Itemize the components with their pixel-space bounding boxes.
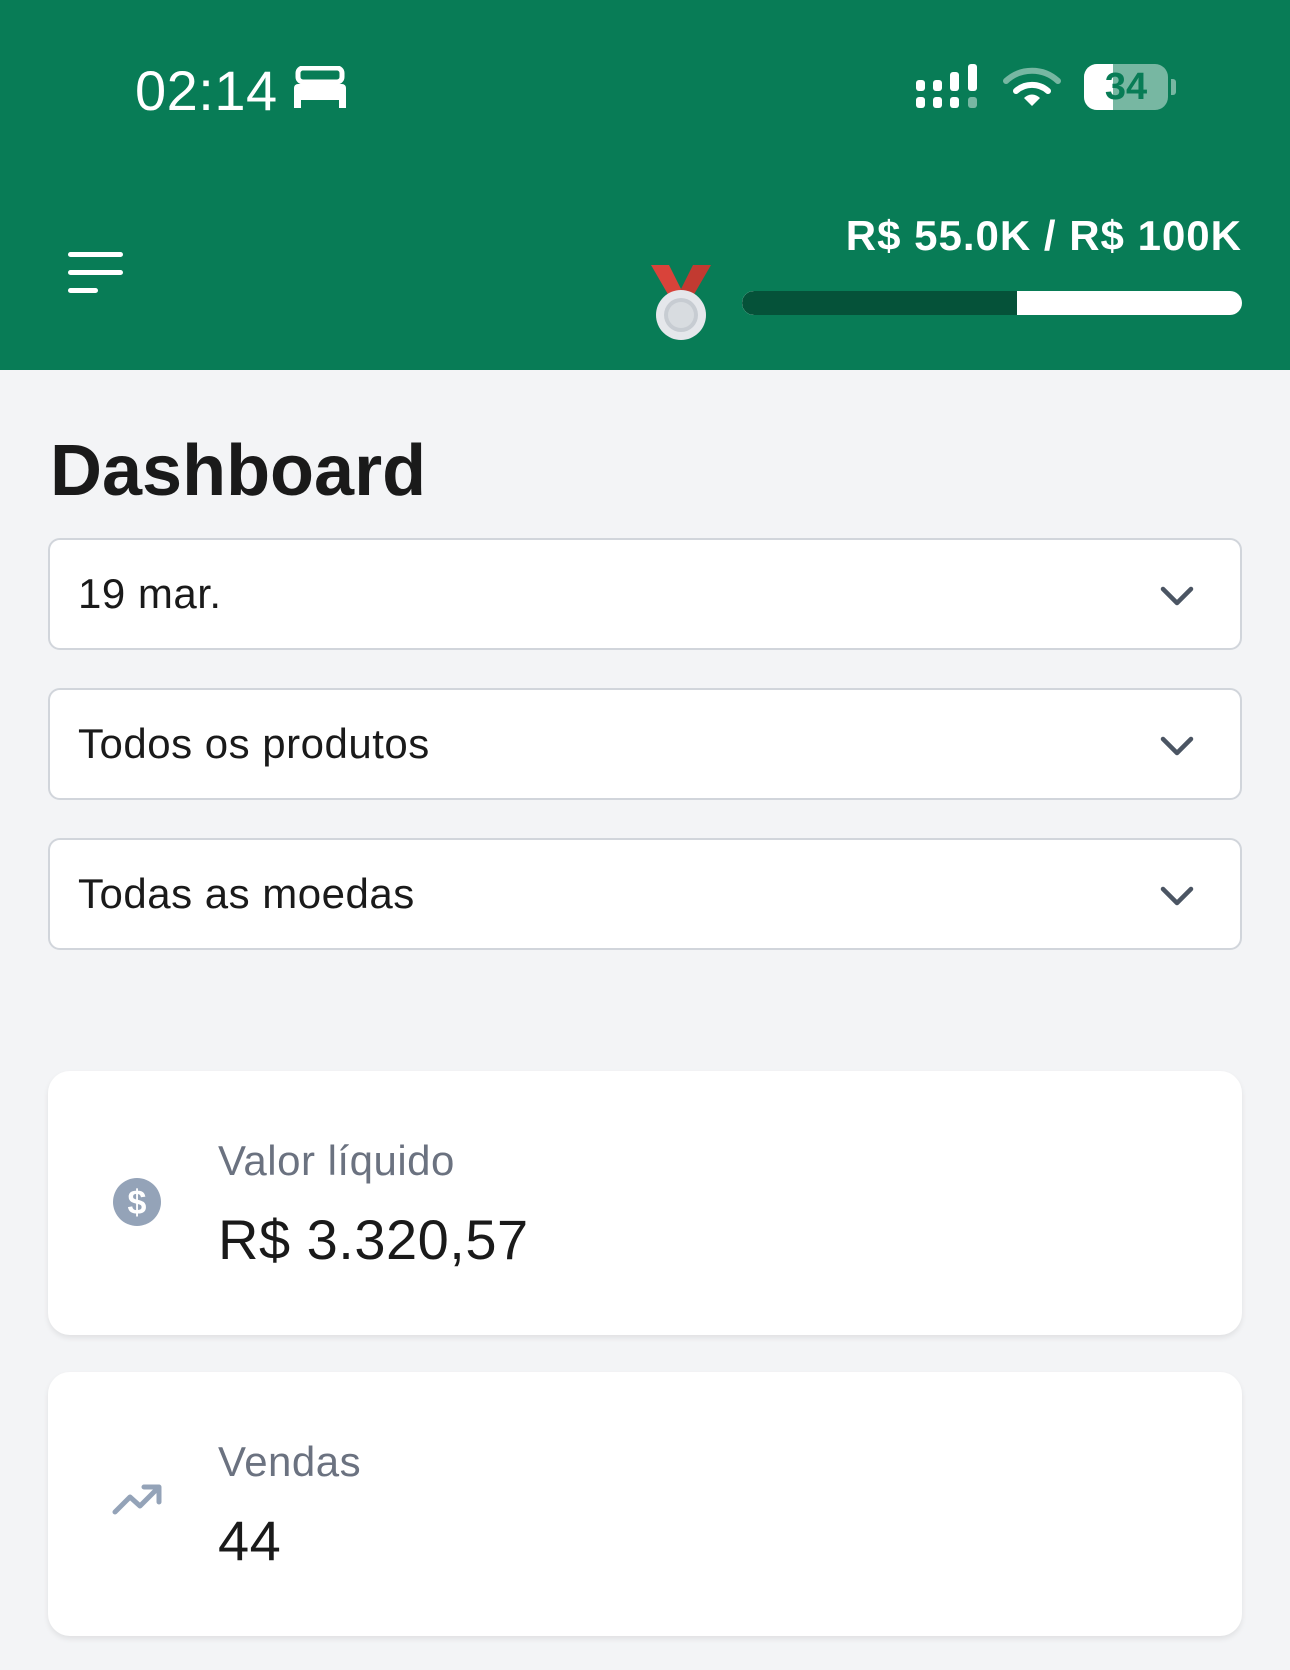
status-time: 02:14 (135, 59, 278, 122)
medal-icon (649, 263, 713, 346)
currencies-select[interactable]: Todas as moedas (48, 838, 1242, 950)
chevron-down-icon (1160, 578, 1194, 617)
date-select-value: 19 mar. (78, 570, 222, 617)
chevron-down-icon (1160, 878, 1194, 917)
cellular-signal-icon (914, 64, 984, 115)
sales-count: 44 (218, 1509, 282, 1572)
menu-icon[interactable] (68, 250, 124, 299)
battery-indicator: 34 (1084, 64, 1176, 110)
chevron-down-icon (1160, 728, 1194, 767)
net-value-card: $ Valor líquido R$ 3.320,57 (48, 1071, 1242, 1335)
svg-text:$: $ (128, 1184, 147, 1222)
date-select[interactable]: 19 mar. (48, 538, 1242, 650)
page-title: Dashboard (50, 431, 427, 511)
revenue-goal-progress-bar (742, 291, 1242, 315)
products-select[interactable]: Todos os produtos (48, 688, 1242, 800)
revenue-goal-progress-fill (742, 291, 1017, 315)
net-value-amount: R$ 3.320,57 (218, 1208, 529, 1271)
trending-up-icon (112, 1478, 164, 1523)
currencies-select-value: Todas as moedas (78, 870, 415, 917)
app-header: 02:14 34 R$ 55.0K / R$ 100K (0, 0, 1290, 370)
wifi-icon (1003, 66, 1061, 113)
net-value-label: Valor líquido (218, 1137, 455, 1184)
bed-icon (292, 65, 348, 113)
products-select-value: Todos os produtos (78, 720, 430, 767)
sales-card: Vendas 44 (48, 1372, 1242, 1636)
battery-level: 34 (1104, 66, 1148, 108)
sales-label: Vendas (218, 1438, 362, 1485)
dollar-circle-icon: $ (112, 1177, 162, 1232)
revenue-goal-text: R$ 55.0K / R$ 100K (845, 212, 1242, 259)
